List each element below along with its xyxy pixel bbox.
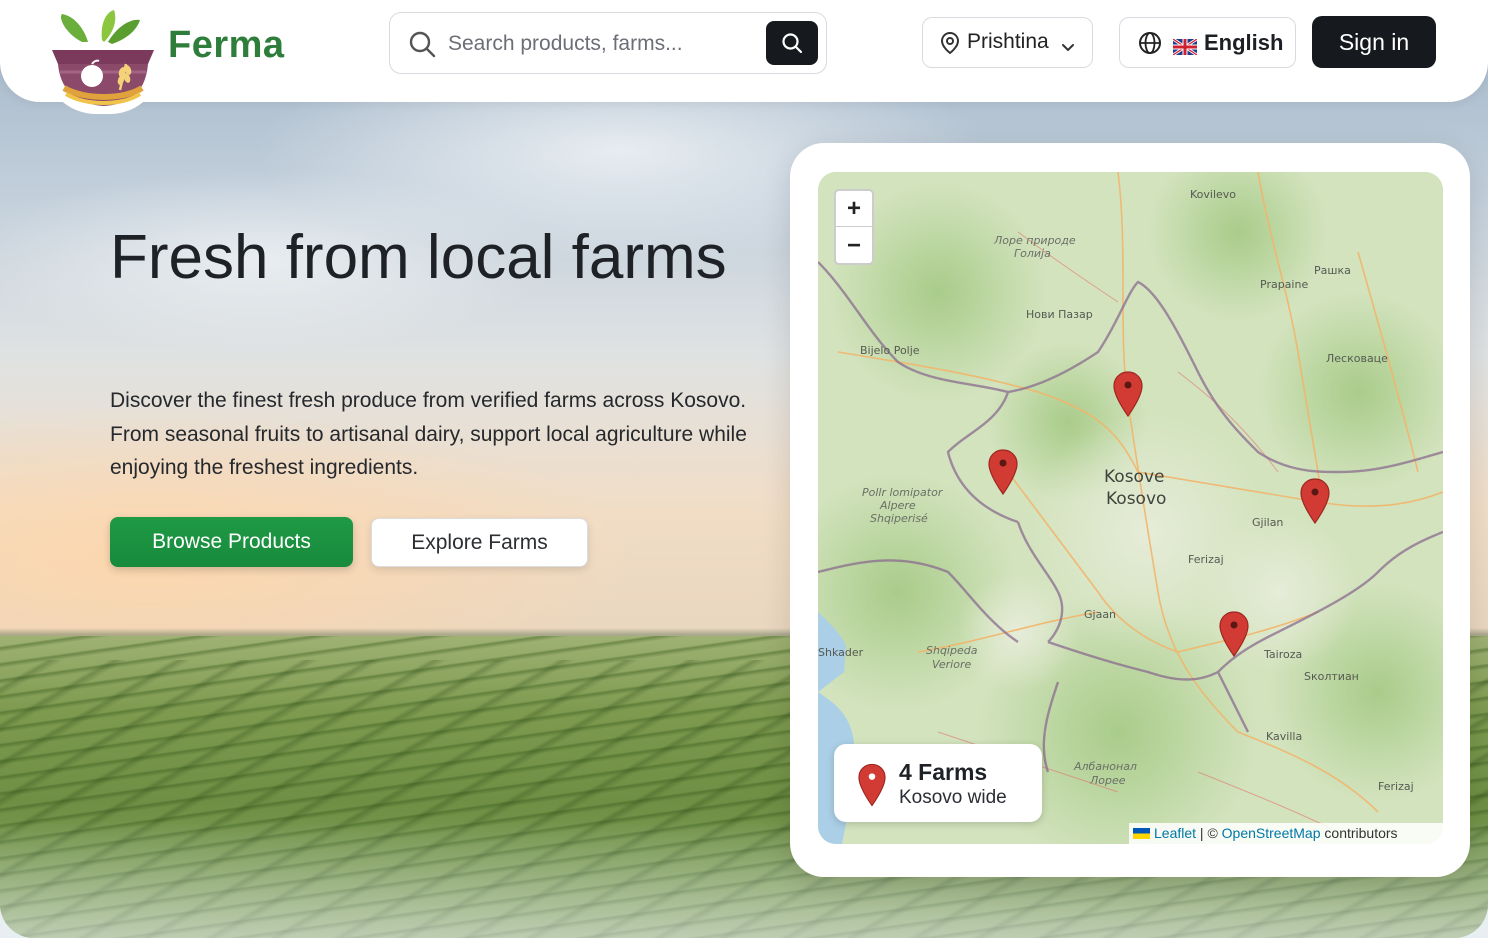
map-label-city: Prapaine <box>1260 278 1309 291</box>
map-label-region: Veriore <box>932 658 972 671</box>
map-label-region: Shqipeda <box>926 644 978 657</box>
explore-farms-button[interactable]: Explore Farms <box>371 518 588 567</box>
map-label-park: Alpere <box>880 499 916 512</box>
map-label-city: Gjaan <box>1084 608 1117 621</box>
sign-in-button[interactable]: Sign in <box>1312 16 1436 68</box>
hero-title: Fresh from local farms <box>110 223 727 292</box>
location-label: Prishtina <box>967 30 1049 53</box>
map-label-park: Pollr lomipator <box>862 486 943 499</box>
ukraine-flag-icon <box>1133 828 1150 839</box>
map-label-city: Рашка <box>1314 264 1351 277</box>
attribution-suffix: contributors <box>1320 825 1398 841</box>
map-pin-icon <box>858 763 886 807</box>
map-label-city: Tairoza <box>1264 648 1303 661</box>
search-icon <box>782 33 803 54</box>
map-label-park: Голија <box>1014 247 1051 260</box>
map-label-city: Sколтиан <box>1304 670 1359 683</box>
language-label: English <box>1204 30 1284 55</box>
leaflet-link[interactable]: Leaflet <box>1154 825 1196 841</box>
top-navbar: Ferma Prishtina English Sign in <box>0 0 1488 114</box>
farm-marker-icon[interactable] <box>1219 611 1249 657</box>
map-label-city: Нови Пазар <box>1026 308 1093 321</box>
brand-name[interactable]: Ferma <box>168 24 285 67</box>
openstreetmap-link[interactable]: OpenStreetMap <box>1222 825 1321 841</box>
map-label-city: Kavilla <box>1266 730 1303 743</box>
map-label-city: Ferizaj <box>1378 780 1414 793</box>
location-selector[interactable]: Prishtina <box>922 17 1093 68</box>
map-label-city: Лесковаце <box>1326 352 1388 365</box>
farm-marker-icon[interactable] <box>1300 478 1330 524</box>
language-selector[interactable]: English <box>1119 17 1296 68</box>
farms-scope: Kosovo wide <box>899 787 1007 808</box>
logo-badge[interactable] <box>44 6 162 114</box>
map-label-region: Лорее <box>1090 774 1126 787</box>
map-label-country: Kosovo <box>1106 489 1167 509</box>
search-input[interactable] <box>448 27 748 61</box>
map-label-park: Shqiperisé <box>870 512 928 525</box>
search-bar <box>389 12 827 74</box>
zoom-in-button[interactable]: + <box>836 191 872 227</box>
basket-logo-icon <box>52 10 154 106</box>
map-label-park: Лоре природе <box>994 234 1076 247</box>
map-attribution: Leaflet | © OpenStreetMap contributors <box>1129 823 1443 844</box>
zoom-out-button[interactable]: − <box>836 228 872 264</box>
map-label-city: Shkader <box>818 646 864 659</box>
map-label-region: Албанонал <box>1074 760 1137 773</box>
search-icon <box>408 30 436 63</box>
map-label-country: Kosove <box>1104 467 1165 487</box>
globe-icon <box>1138 31 1162 61</box>
attribution-separator: | © <box>1196 825 1222 841</box>
farms-count-badge: 4 Farms Kosovo wide <box>834 744 1042 822</box>
chevron-down-icon <box>1060 36 1076 60</box>
hero-description: Discover the finest fresh produce from v… <box>110 389 747 479</box>
map-label-city: Bijelo Polje <box>860 344 920 357</box>
map-pin-icon <box>940 31 960 61</box>
map-label-city: Kovilevo <box>1190 188 1237 201</box>
farm-marker-icon[interactable] <box>988 449 1018 495</box>
uk-flag-icon <box>1172 35 1198 61</box>
search-submit-button[interactable] <box>766 21 818 65</box>
map-zoom-control: + − <box>834 189 874 265</box>
map-label-city: Ferizaj <box>1188 553 1224 566</box>
farms-count: 4 Farms <box>899 759 988 785</box>
farm-marker-icon[interactable] <box>1113 371 1143 417</box>
browse-products-button[interactable]: Browse Products <box>110 517 353 567</box>
map-label-city: Gjilan <box>1252 516 1284 529</box>
